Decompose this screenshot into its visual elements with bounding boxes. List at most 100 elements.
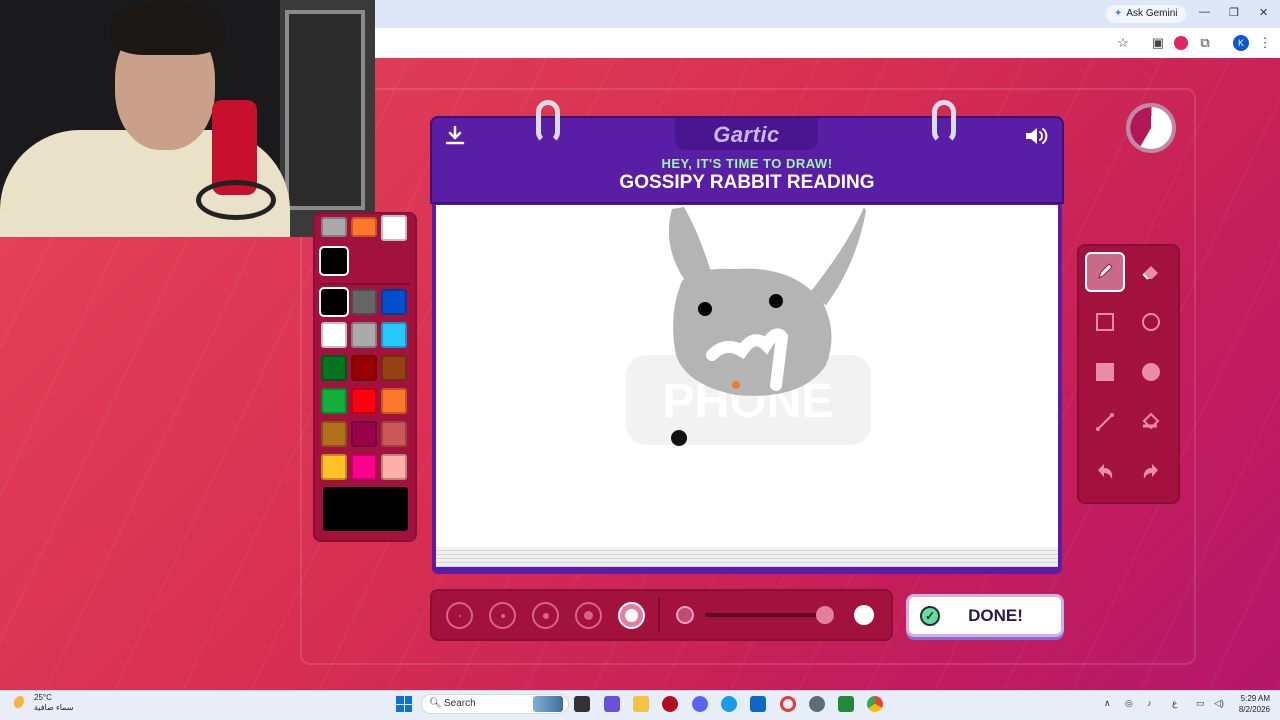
store-icon[interactable] xyxy=(750,696,766,712)
pencil-tool[interactable] xyxy=(1085,252,1125,292)
rectangle-fill-tool[interactable] xyxy=(1085,352,1125,392)
file-explorer-icon[interactable] xyxy=(633,696,649,712)
color-swatch[interactable] xyxy=(381,421,407,447)
color-swatch[interactable] xyxy=(321,388,347,414)
fill-bucket-icon xyxy=(1142,412,1160,430)
brush-size-option[interactable] xyxy=(446,602,473,629)
color-swatch[interactable] xyxy=(351,421,377,447)
recent-color-swatch[interactable] xyxy=(381,215,407,241)
drawing-left-eye xyxy=(698,302,712,316)
color-swatch[interactable] xyxy=(381,289,407,315)
clock-date: 8/2/2026 xyxy=(1238,705,1270,714)
pencil-icon xyxy=(1098,263,1113,280)
timer-remaining-wedge xyxy=(1130,107,1172,149)
discord-icon[interactable] xyxy=(692,696,708,712)
notebook-ring-left xyxy=(536,100,560,144)
brush-size-option[interactable] xyxy=(489,602,516,629)
line-icon xyxy=(1096,413,1114,431)
round-timer xyxy=(1126,103,1176,153)
rectangle-outline-tool[interactable] xyxy=(1085,302,1125,342)
opacity-min-icon xyxy=(676,606,694,624)
restore-icon[interactable]: ❐ xyxy=(1229,6,1239,19)
color-swatch[interactable] xyxy=(321,454,347,480)
drawing-right-ear xyxy=(808,207,866,305)
circle-outline-icon xyxy=(1142,313,1160,331)
tray-chevron-icon[interactable]: ∧ xyxy=(1104,698,1111,709)
color-swatch[interactable] xyxy=(321,421,347,447)
drawing-canvas[interactable]: PHONE xyxy=(436,205,1058,547)
ask-gemini-label: Ask Gemini xyxy=(1126,8,1178,19)
line-tool[interactable] xyxy=(1085,402,1125,442)
color-swatch[interactable] xyxy=(381,355,407,381)
sound-icon[interactable] xyxy=(1023,124,1048,148)
gartic-logo: Gartic xyxy=(713,122,780,147)
opacity-max-icon xyxy=(854,605,874,625)
minimize-icon[interactable]: — xyxy=(1199,6,1210,18)
news-widget-icon[interactable] xyxy=(533,696,563,712)
browser-toolbar xyxy=(375,28,1280,58)
extension-icon[interactable]: ▣ xyxy=(1150,35,1166,51)
color-swatch[interactable] xyxy=(351,322,377,348)
brush-size-option[interactable] xyxy=(575,602,602,629)
prompt-title: GOSSIPY RABBIT READING xyxy=(619,172,875,193)
color-swatch[interactable] xyxy=(321,355,347,381)
circle-fill-tool[interactable] xyxy=(1131,352,1171,392)
notebook-ring-right xyxy=(932,100,956,144)
current-color-preview[interactable] xyxy=(323,487,408,531)
adblock-extension-icon[interactable] xyxy=(1173,35,1189,51)
recent-color-swatch[interactable] xyxy=(319,246,349,276)
download-icon[interactable] xyxy=(443,124,467,148)
color-swatch[interactable] xyxy=(381,322,407,348)
opacity-slider-handle[interactable] xyxy=(815,606,834,624)
chrome-icon[interactable] xyxy=(867,696,883,712)
color-swatch[interactable] xyxy=(351,289,377,315)
task-view-icon[interactable] xyxy=(574,696,590,712)
microphone-icon[interactable]: ♪ xyxy=(1147,698,1152,708)
search-icon: 🔍︎ xyxy=(429,698,442,709)
color-swatch[interactable] xyxy=(351,454,377,480)
color-swatch[interactable] xyxy=(381,454,407,480)
brush-cursor xyxy=(671,430,687,446)
webcam-mic-stand xyxy=(196,180,276,220)
webcam-hair xyxy=(110,0,225,55)
profile-avatar[interactable]: K xyxy=(1233,35,1249,51)
rectangle-outline-icon xyxy=(1096,313,1114,331)
wifi-icon[interactable]: ▭ xyxy=(1196,698,1205,709)
drawing-right-eye xyxy=(769,294,783,308)
recent-color-swatch[interactable] xyxy=(351,217,377,237)
done-button[interactable]: ✓ DONE! xyxy=(906,594,1064,637)
edge-icon[interactable] xyxy=(721,696,737,712)
brush-bar-divider xyxy=(658,598,660,632)
brush-size-option[interactable] xyxy=(532,602,559,629)
color-swatch[interactable] xyxy=(321,322,347,348)
recent-color-swatch[interactable] xyxy=(321,217,347,237)
rectangle-fill-icon xyxy=(1096,363,1114,381)
ask-gemini-button[interactable]: ✦ Ask Gemini xyxy=(1106,5,1186,23)
volume-icon[interactable]: ◁) xyxy=(1214,698,1224,709)
color-swatch[interactable] xyxy=(351,388,377,414)
weather-widget[interactable]: 25°C سماء صافية xyxy=(14,693,74,713)
close-icon[interactable]: ✕ xyxy=(1259,6,1268,19)
circle-outline-tool[interactable] xyxy=(1131,302,1171,342)
bookmark-star-icon[interactable]: ☆ xyxy=(1115,35,1131,51)
extensions-puzzle-icon[interactable]: ⧉ xyxy=(1197,35,1213,51)
more-menu-icon[interactable]: ⋮ xyxy=(1257,35,1273,51)
color-swatch[interactable] xyxy=(351,355,377,381)
taskbar-clock[interactable]: 5:29 AM 8/2/2026 xyxy=(1230,693,1270,715)
redo-icon xyxy=(1143,464,1158,479)
language-indicator[interactable]: ع xyxy=(1172,698,1177,709)
redo-tool[interactable] xyxy=(1131,452,1171,492)
tray-app-icon[interactable]: ◎ xyxy=(1125,698,1133,709)
brush-size-option[interactable] xyxy=(618,602,645,629)
app-icon-1[interactable] xyxy=(604,696,620,712)
app-icon-3[interactable] xyxy=(838,696,854,712)
app-icon-2[interactable] xyxy=(662,696,678,712)
opera-icon[interactable] xyxy=(780,696,796,712)
start-icon[interactable] xyxy=(396,696,412,712)
settings-gear-icon[interactable] xyxy=(809,696,825,712)
color-swatch[interactable] xyxy=(319,287,349,317)
undo-tool[interactable] xyxy=(1085,452,1125,492)
eraser-tool[interactable] xyxy=(1131,252,1171,292)
fill-bucket-tool[interactable] xyxy=(1131,402,1171,442)
color-swatch[interactable] xyxy=(381,388,407,414)
